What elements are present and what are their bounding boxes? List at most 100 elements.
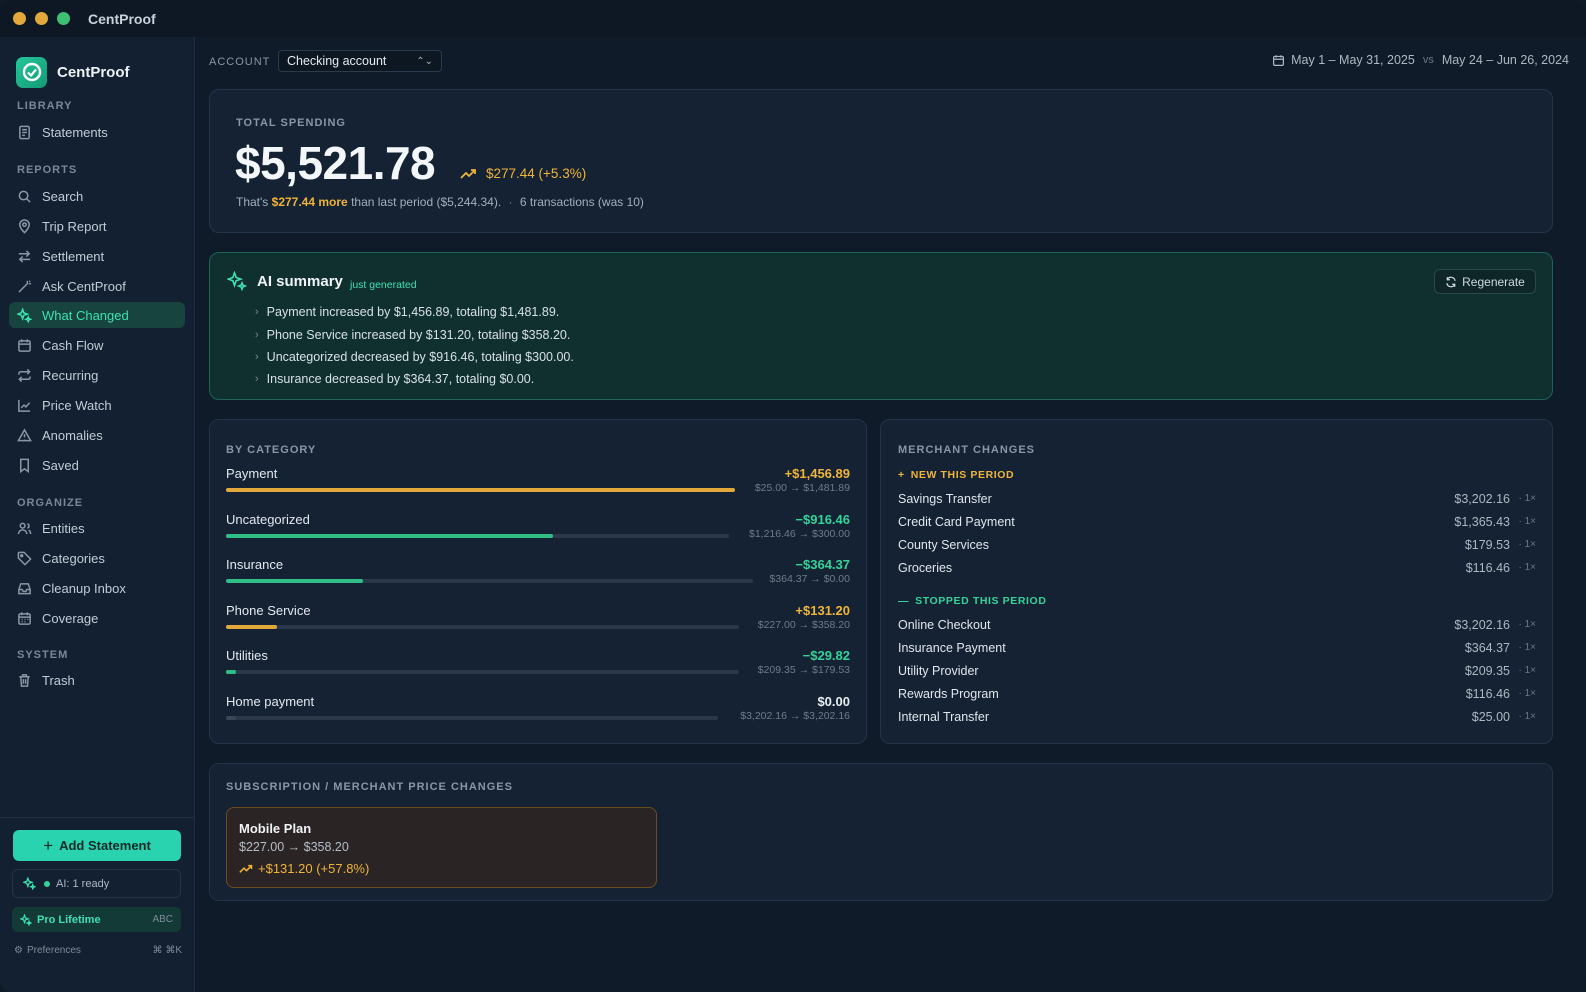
preferences-label: Preferences xyxy=(26,945,81,956)
merchant-count: · 1× xyxy=(1518,539,1536,550)
category-row[interactable]: Uncategorized −$916.46 $1,216.46 → $300.00 xyxy=(226,512,850,554)
sidebar-item-recurring[interactable]: Recurring xyxy=(9,362,185,388)
merchant-amount: $116.46 xyxy=(1465,687,1510,701)
merchant-row[interactable]: Insurance Payment $364.37 · 1× xyxy=(898,641,1536,661)
bookmark-icon xyxy=(20,458,29,473)
sidebar-item-price-watch[interactable]: Price Watch xyxy=(9,392,185,418)
window-controls xyxy=(13,12,70,25)
category-name: Payment xyxy=(226,466,278,481)
category-row[interactable]: Home payment $0.00 $3,202.16 → $3,202.16 xyxy=(226,694,850,736)
zoom-window-button[interactable] xyxy=(57,12,70,25)
category-name: Home payment xyxy=(226,693,315,709)
merchant-row[interactable]: Utility Provider $209.35 · 1× xyxy=(898,664,1536,684)
brand-logo-icon xyxy=(16,56,47,88)
account-select[interactable]: Checking account ⌃⌄ xyxy=(278,50,442,72)
price-change-name: Mobile Plan xyxy=(239,821,312,836)
category-range: $3,202.16 → $3,202.16 xyxy=(740,709,850,722)
sidebar-item-settlement[interactable]: Settlement xyxy=(9,243,185,269)
category-range: $25.00 → $1,481.89 xyxy=(754,482,850,494)
sidebar-item-label: Price Watch xyxy=(42,397,112,413)
minimize-window-button[interactable] xyxy=(35,12,48,25)
sidebar-item-trash[interactable]: Trash xyxy=(9,667,185,693)
new-this-period-heading: + NEW THIS PERIOD xyxy=(898,469,1014,481)
sidebar-item-label: What Changed xyxy=(42,307,129,323)
plus-icon: + xyxy=(898,469,905,481)
pro-badge[interactable]: Pro Lifetime ABC xyxy=(12,907,181,932)
summary-prefix: That's xyxy=(236,195,269,209)
category-row[interactable]: Payment +$1,456.89 $25.00 → $1,481.89 xyxy=(226,466,850,508)
sidebar-item-cash-flow[interactable]: Cash Flow xyxy=(9,332,185,358)
sidebar-item-cleanup-inbox[interactable]: Cleanup Inbox xyxy=(9,575,185,601)
ai-summary-item: › Insurance decreased by $364.37, totalin… xyxy=(255,368,574,390)
price-change-item[interactable]: Mobile Plan $227.00 → $358.20 +$131.20 (… xyxy=(226,807,657,888)
sidebar-item-trip-report[interactable]: Trip Report xyxy=(9,213,185,239)
minus-icon: — xyxy=(898,595,910,607)
period-previous: May 24 – Jun 26, 2024 xyxy=(1441,53,1569,67)
ai-summary-badge: just generated xyxy=(350,279,417,291)
sidebar-item-coverage[interactable]: Coverage xyxy=(9,605,185,631)
sidebar-item-search[interactable]: Search xyxy=(9,183,185,209)
date-range[interactable]: May 1 – May 31, 2025 vs May 24 – Jun 26,… xyxy=(1272,53,1569,67)
sidebar-item-anomalies[interactable]: Anomalies xyxy=(9,422,185,448)
category-name: Phone Service xyxy=(226,602,311,618)
ai-summary-text: Insurance decreased by $364.37, totaling… xyxy=(266,372,535,387)
merchant-amount: $3,202.16 xyxy=(1454,492,1510,506)
section-label-system: SYSTEM xyxy=(17,649,69,661)
merchant-changes-label: MERCHANT CHANGES xyxy=(898,444,1035,456)
sparkle-icon xyxy=(20,913,32,926)
sidebar-item-ask-centproof[interactable]: Ask CentProof xyxy=(9,273,185,299)
sidebar-item-saved[interactable]: Saved xyxy=(9,452,185,478)
category-row[interactable]: Insurance −$364.37 $364.37 → $0.00 xyxy=(226,557,850,599)
merchant-row[interactable]: Internal Transfer $25.00 · 1× xyxy=(898,710,1536,730)
sidebar-item-what-changed[interactable]: What Changed xyxy=(9,302,185,328)
tag-icon xyxy=(17,551,32,566)
merchant-row[interactable]: Online Checkout $3,202.16 · 1× xyxy=(898,618,1536,638)
regenerate-button[interactable]: Regenerate xyxy=(1434,269,1536,294)
close-window-button[interactable] xyxy=(13,12,26,25)
merchant-name: County Services xyxy=(898,538,990,552)
merchant-amount: $209.35 xyxy=(1464,664,1510,678)
preferences-link[interactable]: ⚙ Preferences ⌘ ⌘K xyxy=(14,945,182,956)
chevron-right-icon: › xyxy=(255,350,259,363)
merchant-amount: $179.53 xyxy=(1464,538,1510,552)
price-change-range: $227.00 → $358.20 xyxy=(239,840,349,854)
repeat-icon xyxy=(18,368,31,382)
ai-summary-text: Phone Service increased by $131.20, tota… xyxy=(266,327,571,342)
sidebar-item-statements[interactable]: Statements xyxy=(9,119,185,145)
summary-highlight: $277.44 more xyxy=(271,195,348,209)
category-name: Utilities xyxy=(226,648,268,663)
sidebar-item-label: Saved xyxy=(42,457,79,473)
price-changes-card: SUBSCRIPTION / MERCHANT PRICE CHANGES Mo… xyxy=(209,763,1553,901)
by-category-label: BY CATEGORY xyxy=(226,444,317,456)
sidebar-item-label: Coverage xyxy=(42,610,99,626)
sidebar-item-label: Cash Flow xyxy=(42,337,104,353)
merchant-amount: $116.46 xyxy=(1465,561,1510,575)
merchant-row[interactable]: Rewards Program $116.46 · 1× xyxy=(898,687,1536,707)
merchant-name: Online Checkout xyxy=(898,618,991,632)
document-icon xyxy=(19,125,30,139)
ai-status[interactable]: AI: 1 ready xyxy=(12,869,181,898)
merchant-row[interactable]: Groceries $116.46 · 1× xyxy=(898,561,1536,581)
account-select-value: Checking account xyxy=(287,54,387,68)
sidebar-item-entities[interactable]: Entities xyxy=(9,515,185,541)
sidebar-item-categories[interactable]: Categories xyxy=(9,545,185,571)
ai-summary-item: › Phone Service increased by $131.20, tot… xyxy=(255,323,574,345)
category-range: $1,216.46 → $300.00 xyxy=(748,527,850,540)
trend-up-icon xyxy=(239,864,253,873)
merchant-amount: $1,365.43 xyxy=(1454,515,1510,529)
sidebar-item-label: Trip Report xyxy=(42,218,107,234)
sidebar-item-label: Search xyxy=(42,188,84,204)
merchant-row[interactable]: County Services $179.53 · 1× xyxy=(898,538,1536,558)
merchant-count: · 1× xyxy=(1518,516,1536,527)
trash-icon xyxy=(19,673,30,687)
category-row[interactable]: Utilities −$29.82 $209.35 → $179.53 xyxy=(226,648,850,690)
add-statement-button[interactable]: + Add Statement xyxy=(13,830,181,861)
section-label-organize: ORGANIZE xyxy=(17,497,84,509)
merchant-row[interactable]: Credit Card Payment $1,365.43 · 1× xyxy=(898,515,1536,535)
ai-summary-text: Uncategorized decreased by $916.46, tota… xyxy=(266,349,574,364)
sidebar-item-label: Anomalies xyxy=(42,427,103,443)
ai-summary-item: › Payment increased by $1,456.89, totalin… xyxy=(255,301,574,323)
category-row[interactable]: Phone Service +$131.20 $227.00 → $358.20 xyxy=(226,603,850,645)
sidebar-item-label: Categories xyxy=(42,550,105,566)
merchant-row[interactable]: Savings Transfer $3,202.16 · 1× xyxy=(898,492,1536,512)
